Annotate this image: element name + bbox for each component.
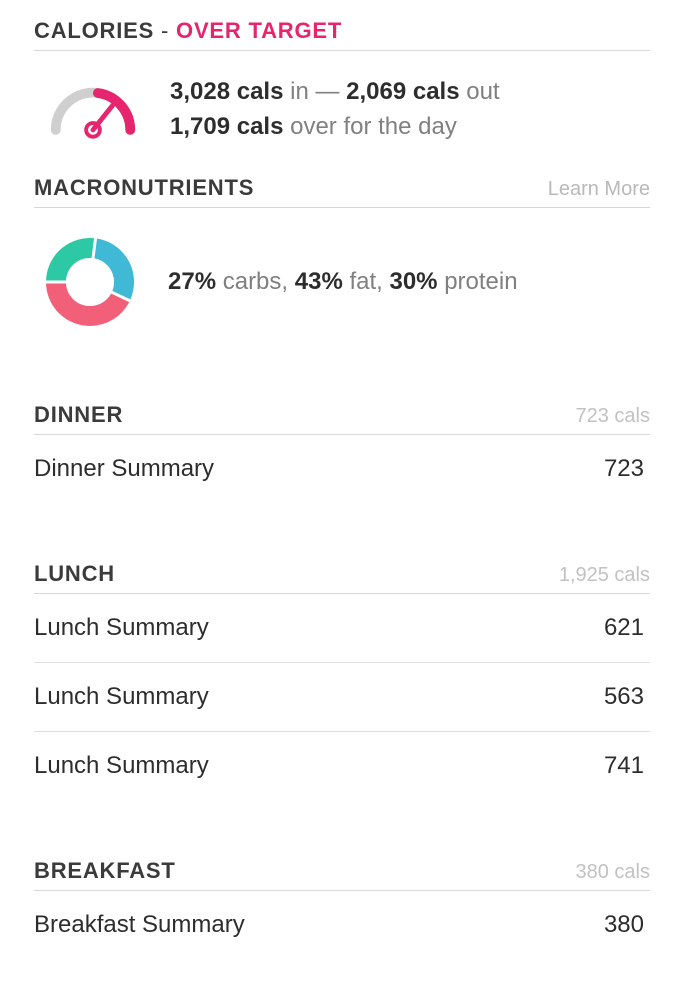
meal-item-label: Lunch Summary [34, 614, 209, 642]
carbs-word: carbs, [216, 268, 295, 295]
cals-out-value: 2,069 cals [339, 78, 459, 105]
meal-item-label: Breakfast Summary [34, 911, 245, 939]
meal-item-value: 741 [604, 752, 644, 780]
protein-pct: 30% [389, 268, 437, 295]
meal-section: LUNCH1,925 calsLunch Summary621Lunch Sum… [34, 561, 650, 800]
meal-item-value: 380 [604, 911, 644, 939]
meal-section: DINNER 723 cals Dinner Summary 723 [34, 402, 650, 503]
meal-row[interactable]: Breakfast Summary 380 [34, 891, 650, 959]
meal-row[interactable]: Lunch Summary 621 [34, 594, 650, 663]
calories-status: OVER TARGET [176, 18, 342, 43]
meal-row[interactable]: Dinner Summary 723 [34, 435, 650, 503]
meal-total: 723 cals [576, 405, 651, 428]
macros-body: 27% carbs, 43% fat, 30% protein [34, 208, 650, 362]
meal-item-label: Lunch Summary [34, 752, 209, 780]
macros-header: MACRONUTRIENTS Learn More [34, 175, 650, 208]
meals-container: DINNER 723 cals Dinner Summary 723 LUNCH 1,92… [34, 402, 650, 959]
meal-item-value: 621 [604, 614, 644, 642]
calories-label: CALORIES [34, 18, 154, 43]
protein-word: protein [438, 268, 518, 295]
calories-title: CALORIES - OVER TARGET [34, 18, 342, 44]
meal-header: BREAKFAST 380 cals [34, 858, 650, 891]
calories-line-1: 3,028 cals in — 2,069 cals out [170, 75, 500, 110]
meal-item-value: 563 [604, 683, 644, 711]
calories-line-2: 1,709 cals over for the day [170, 110, 500, 145]
meal-header: LUNCH 1,925 cals [34, 561, 650, 594]
meal-title: LUNCH [34, 561, 115, 587]
meal-title: BREAKFAST [34, 858, 176, 884]
macros-title: MACRONUTRIENTS [34, 175, 254, 201]
nutrition-screen: CALORIES - OVER TARGET 3,028 cals in — 2… [0, 0, 684, 959]
cals-over-value: 1,709 cals [170, 113, 283, 140]
cals-out-word: out [460, 78, 500, 105]
cals-in-word: in [283, 78, 315, 105]
calories-header: CALORIES - OVER TARGET [34, 18, 650, 51]
meal-item-label: Lunch Summary [34, 683, 209, 711]
meal-row[interactable]: Lunch Summary 741 [34, 732, 650, 800]
meal-total: 380 cals [576, 861, 651, 884]
meal-item-value: 723 [604, 455, 644, 483]
fat-word: fat, [343, 268, 390, 295]
macros-donut-icon [40, 232, 140, 332]
macros-text: 27% carbs, 43% fat, 30% protein [168, 268, 518, 296]
cals-in-value: 3,028 cals [170, 78, 283, 105]
meal-header: DINNER 723 cals [34, 402, 650, 435]
learn-more-link[interactable]: Learn More [548, 178, 650, 201]
calories-text: 3,028 cals in — 2,069 cals out 1,709 cal… [170, 75, 500, 145]
meal-section: BREAKFAST 380 cals Breakfast Summary 380 [34, 858, 650, 959]
cals-over-word: over for the day [283, 113, 456, 140]
meal-title: DINNER [34, 402, 123, 428]
calories-body: 3,028 cals in — 2,069 cals out 1,709 cal… [34, 51, 650, 175]
meal-row[interactable]: Lunch Summary 563 [34, 663, 650, 732]
carbs-pct: 27% [168, 268, 216, 295]
meal-item-label: Dinner Summary [34, 455, 214, 483]
gauge-icon [44, 76, 142, 145]
emdash: — [315, 78, 339, 105]
meal-total: 1,925 cals [559, 564, 650, 587]
dash: - [154, 18, 176, 43]
fat-pct: 43% [295, 268, 343, 295]
